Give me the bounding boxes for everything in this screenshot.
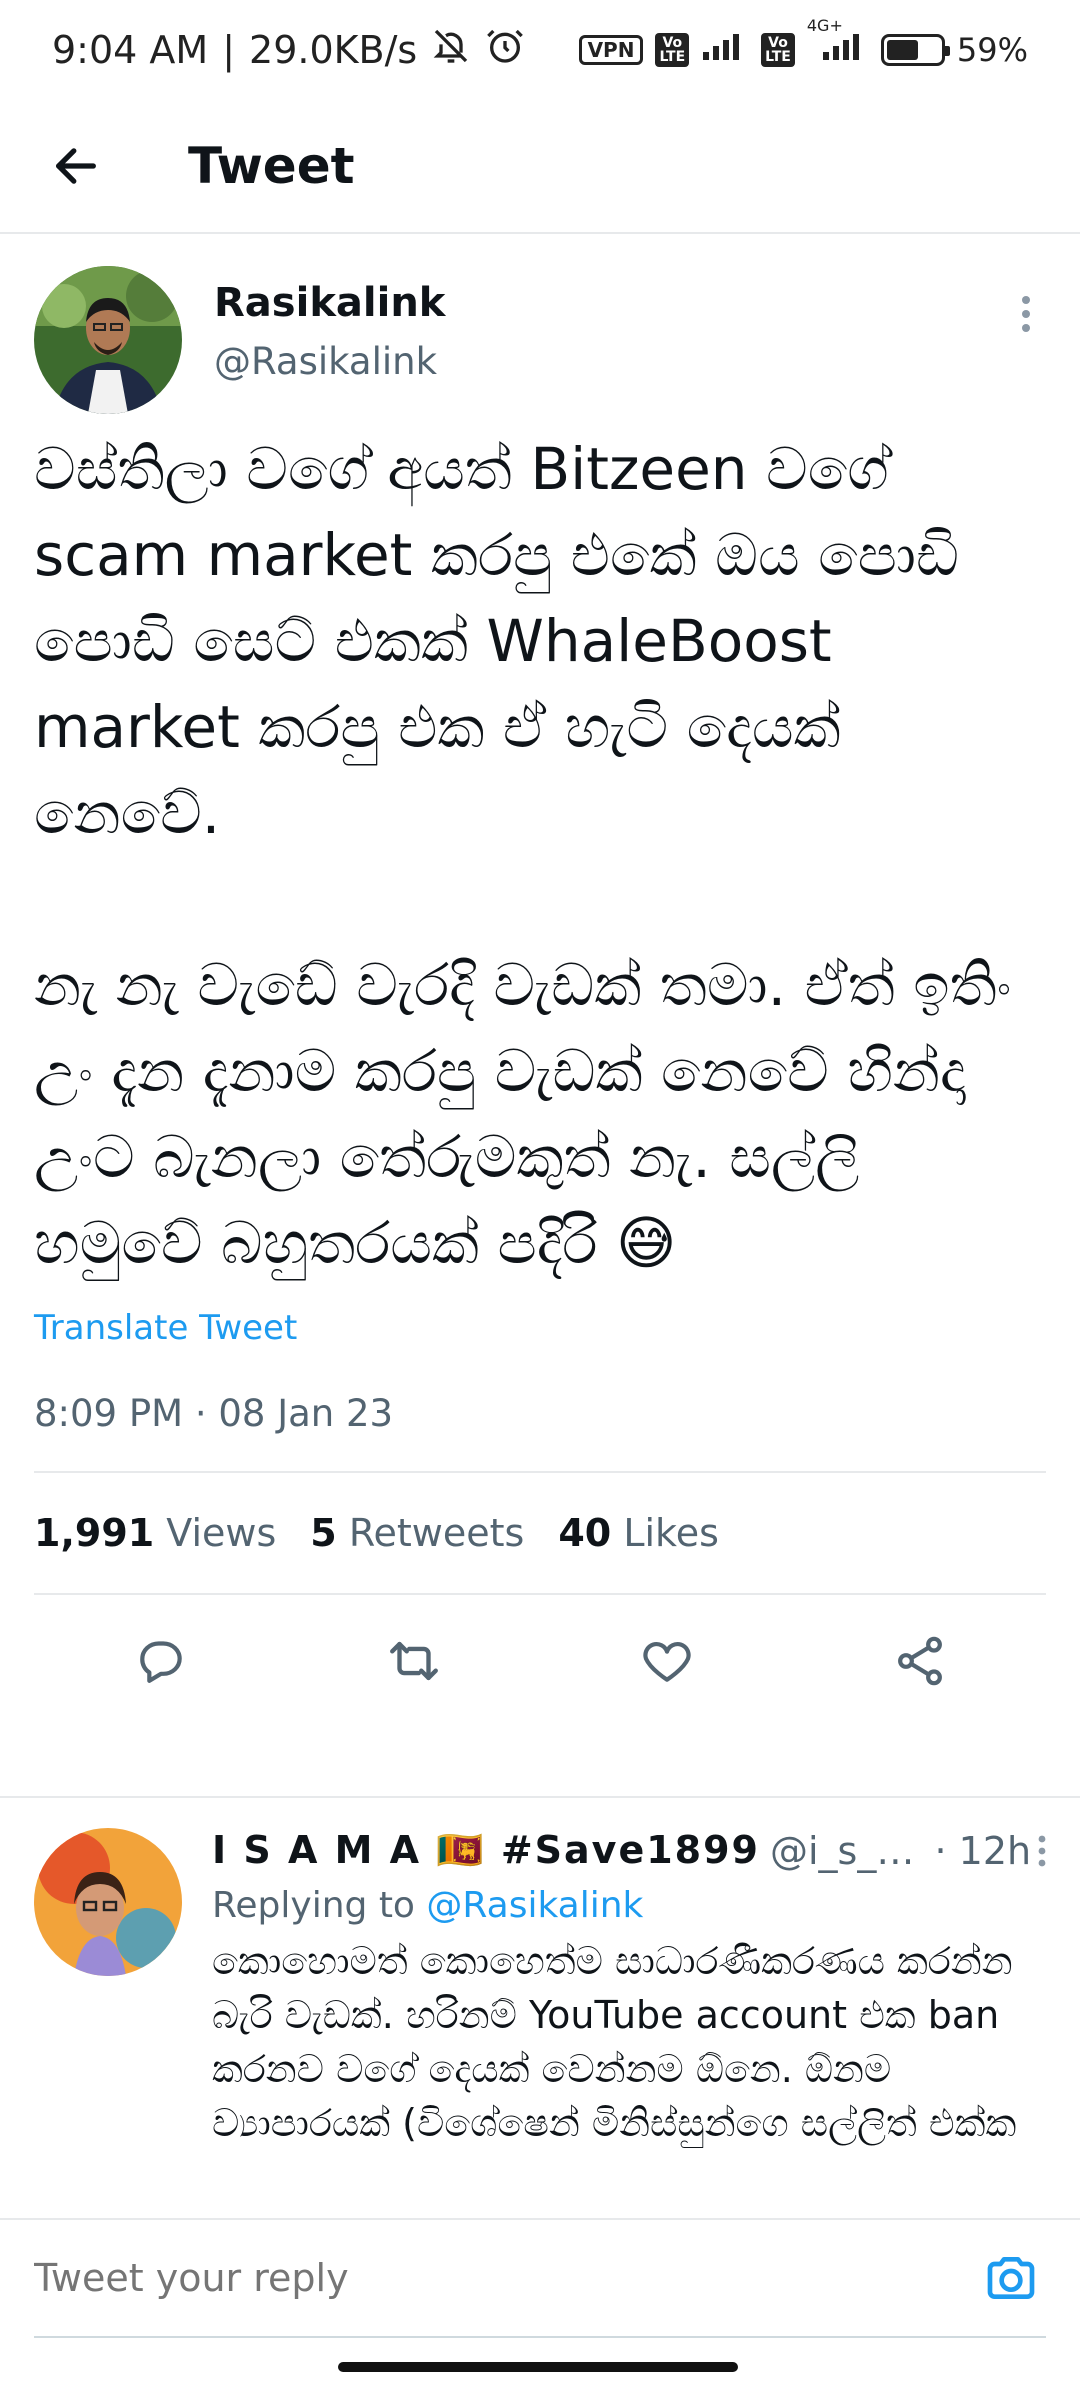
tweet-text: වස්තිලා වගේ අයත් Bitzeen වගේ scam market… (34, 435, 1012, 1277)
camera-button[interactable] (976, 2243, 1046, 2313)
arrow-left-icon (56, 148, 96, 184)
likes-label: Likes (623, 1511, 719, 1555)
reply-time: · 12h (934, 1828, 1032, 1873)
battery-icon (880, 34, 950, 66)
separator: | (222, 28, 236, 72)
top-app-bar: Tweet (0, 100, 1080, 234)
share-button[interactable] (880, 1621, 960, 1701)
retweets-label: Retweets (348, 1511, 525, 1555)
retweet-button[interactable] (374, 1621, 454, 1701)
page-title: Tweet (188, 137, 355, 195)
likes-count: 40 (558, 1511, 612, 1555)
signal-icon-2: 4G+ (807, 16, 869, 70)
views-stat: 1,991 Views (34, 1511, 276, 1555)
author-avatar[interactable] (34, 266, 182, 414)
reply-more-button[interactable] (1031, 1831, 1052, 1871)
comment-icon (139, 1641, 182, 1683)
tweet-author-row: Rasikalink @Rasikalink (34, 266, 1046, 416)
status-bar: 9:04 AM | 29.0KB/s VPN Vo LTE Vo LTE 4G+ 5… (0, 0, 1080, 100)
reply-text: කොහොමත් කොහෙත්ම සාධාරණීකරණය කරන්න බැරි ව… (212, 1939, 1025, 2145)
alarm-icon (485, 26, 525, 75)
retweet-icon (389, 1641, 438, 1681)
tweet-more-button[interactable] (1006, 284, 1046, 344)
tweet-timestamp: 8:09 PM · 08 Jan 23 (34, 1392, 394, 1435)
reply-author-avatar[interactable] (34, 1828, 182, 1976)
compose-bar (0, 2218, 1080, 2350)
translate-tweet-link[interactable]: Translate Tweet (34, 1308, 1046, 1348)
share-icon (897, 1636, 942, 1686)
network-speed: 29.0KB/s (249, 28, 418, 72)
home-indicator[interactable] (338, 2362, 738, 2372)
volte-icon: Vo LTE (655, 33, 690, 67)
mute-icon (431, 26, 471, 75)
reply-tweet[interactable]: I S A M A 🇱🇰 #Save1899 @i_s_a_m... · 12h… (0, 1796, 1080, 2196)
vpn-badge: VPN (578, 35, 644, 65)
reply-body: I S A M A 🇱🇰 #Save1899 @i_s_a_m... · 12h… (212, 1828, 1052, 2196)
tweet-stats: 1,991 Views 5 Retweets 40 Likes (34, 1473, 1046, 1593)
back-button[interactable] (36, 126, 116, 206)
likes-stat[interactable]: 40 Likes (558, 1511, 719, 1555)
author-handle[interactable]: @Rasikalink (214, 340, 445, 383)
volte-icon-2: Vo LTE (761, 33, 795, 67)
reply-header: I S A M A 🇱🇰 #Save1899 @i_s_a_m... · 12h (212, 1828, 1052, 1873)
heart-icon (642, 1642, 691, 1682)
camera-icon (987, 2257, 1035, 2299)
status-left: 9:04 AM | 29.0KB/s (52, 26, 525, 75)
replying-prefix: Replying to (212, 1885, 415, 1926)
reply-author-handle[interactable]: @i_s_a_m... (770, 1829, 925, 1873)
like-button[interactable] (627, 1621, 707, 1701)
replying-to-link[interactable]: @Rasikalink (426, 1885, 643, 1926)
battery-percent: 59% (956, 31, 1028, 69)
author-meta: Rasikalink @Rasikalink (214, 280, 445, 383)
retweets-stat[interactable]: 5 Retweets (310, 1511, 524, 1555)
main-tweet: Rasikalink @Rasikalink වස්තිලා වගේ අයත් … (0, 236, 1080, 1727)
more-vertical-icon (1022, 296, 1030, 332)
compose-inner (34, 2220, 1046, 2338)
replying-to: Replying to @Rasikalink (212, 1885, 1052, 1926)
clock: 9:04 AM (52, 28, 209, 72)
more-vertical-icon (1038, 1835, 1045, 1866)
views-label: Views (166, 1511, 277, 1555)
battery-fill (886, 40, 918, 60)
views-count: 1,991 (34, 1511, 155, 1555)
status-right: VPN Vo LTE Vo LTE 4G+ 59% (578, 16, 1028, 70)
reply-button[interactable] (121, 1621, 201, 1701)
tweet-actions (34, 1595, 1046, 1727)
retweets-count: 5 (310, 1511, 337, 1555)
net-type: 4G+ (806, 16, 843, 35)
reply-input[interactable] (34, 2256, 976, 2300)
author-name[interactable]: Rasikalink (214, 280, 445, 326)
reply-author-name[interactable]: I S A M A 🇱🇰 #Save1899 (212, 1828, 760, 1873)
signal-icon (701, 30, 749, 70)
